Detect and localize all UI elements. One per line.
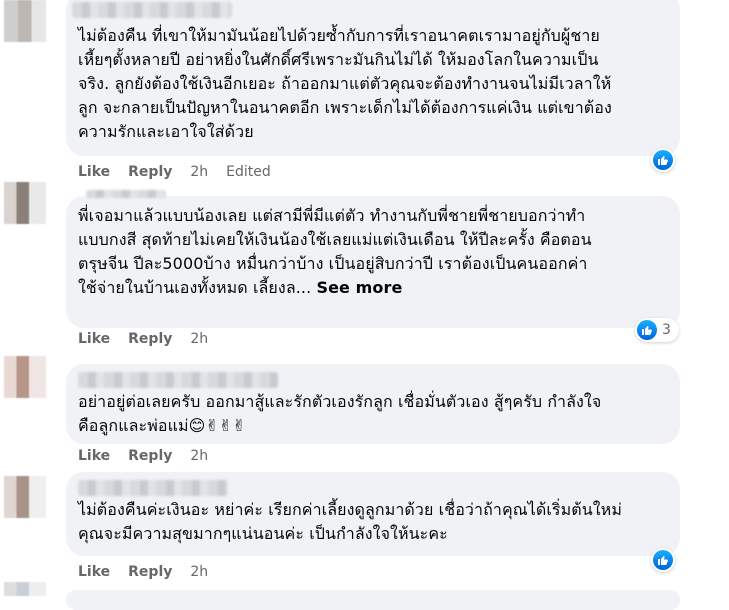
emoji-icons: 😊✌✌✌ [188,416,246,435]
reply-button[interactable]: Reply [128,331,172,347]
reply-button[interactable]: Reply [128,448,172,464]
like-button[interactable]: Like [78,331,110,347]
reply-button[interactable]: Reply [128,164,172,180]
like-button[interactable]: Like [78,448,110,464]
commenter-name[interactable] [78,372,278,388]
comment-actions: Like Reply 2h Edited [78,164,271,180]
reaction-summary[interactable] [651,548,675,572]
like-icon [653,550,673,570]
commenter-name[interactable] [72,2,232,18]
reaction-summary[interactable] [651,148,675,172]
reaction-summary[interactable]: 3 [635,318,679,342]
reply-button[interactable]: Reply [128,564,172,580]
like-icon [653,150,673,170]
timestamp[interactable]: 2h [190,331,208,347]
comment-bubble: พี่เจอมาแล้วแบบน้องเลย แต่สามีพี่มีแต่ตั… [66,190,680,328]
comment-body: อย่าอยู่ต่อเลยครับ ออกมาสู้และรักตัวเองร… [78,392,602,435]
avatar[interactable] [4,356,46,398]
reaction-count: 3 [662,322,671,338]
edited-label[interactable]: Edited [226,164,271,180]
like-icon [637,320,657,340]
commenter-name[interactable] [86,190,166,198]
comment-bubble: ไม่ต้องคืนค่ะเงินอะ หย่าค่ะ เรียกค่าเลี้… [66,472,680,556]
comment-text: พี่เจอมาแล้วแบบน้องเลย แต่สามีพี่มีแต่ตั… [78,204,668,300]
comment-actions: Like Reply 2h [78,331,208,347]
see-more-link[interactable]: See more [316,278,402,297]
comment-text: ไม่ต้องคืนค่ะเงินอะ หย่าค่ะ เรียกค่าเลี้… [78,500,622,543]
avatar[interactable] [4,182,46,224]
comment-text: อย่าอยู่ต่อเลยครับ ออกมาสู้และรักตัวเองร… [78,390,668,438]
avatar[interactable] [4,582,46,596]
comment-actions: Like Reply 2h [78,448,208,464]
comment-bubble: อย่าอยู่ต่อเลยครับ ออกมาสู้และรักตัวเองร… [66,364,680,444]
timestamp[interactable]: 2h [190,164,208,180]
like-button[interactable]: Like [78,564,110,580]
commenter-name[interactable] [78,480,228,496]
comment-bubble [66,590,680,610]
avatar[interactable] [4,0,46,42]
like-button[interactable]: Like [78,164,110,180]
timestamp[interactable]: 2h [190,564,208,580]
comment-actions: Like Reply 2h [78,564,208,580]
timestamp[interactable]: 2h [190,448,208,464]
comment-bubble: ไม่ต้องคืน ที่เขาให้มามันน้อยไปด้วยซ้ำกั… [66,0,680,156]
avatar[interactable] [4,476,46,518]
comment-text: ไม่ต้องคืน ที่เขาให้มามันน้อยไปด้วยซ้ำกั… [78,26,612,141]
